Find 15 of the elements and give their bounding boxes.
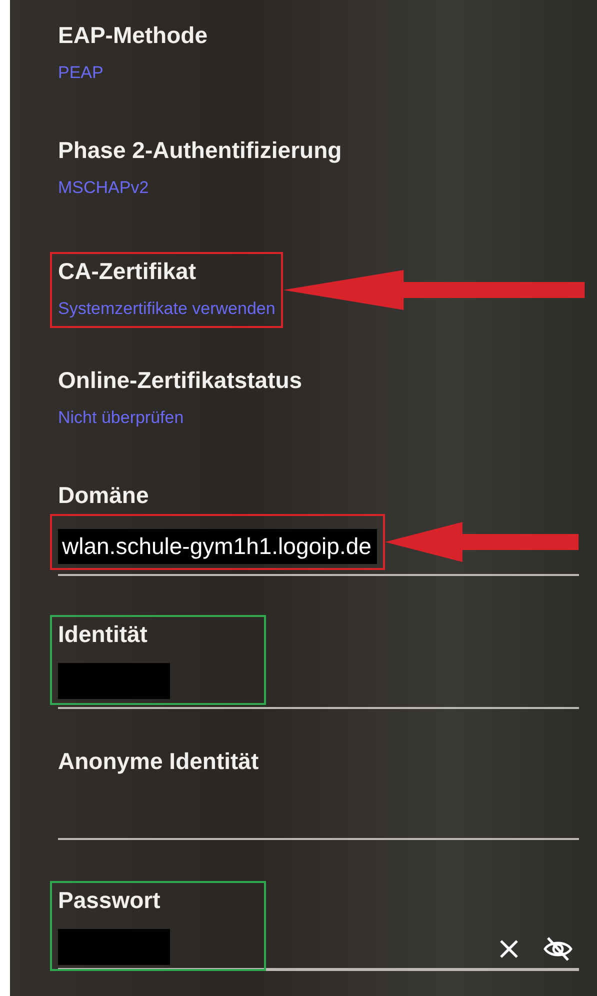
eye-slash-icon[interactable] (543, 936, 573, 962)
field-label: Identität (58, 621, 148, 649)
setting-label: Phase 2-Authentifizierung (58, 137, 343, 165)
setting-value[interactable]: Nicht überprüfen (58, 404, 585, 430)
setting-value[interactable]: MSCHAPv2 (58, 174, 585, 200)
field-label: Domäne (58, 482, 150, 510)
field-label: Anonyme Identität (58, 748, 260, 776)
close-icon[interactable] (499, 939, 519, 960)
field-label: Passwort (58, 887, 162, 915)
setting-label: Online-Zertifikatstatus (58, 367, 304, 395)
setting-value[interactable]: PEAP (58, 60, 585, 86)
field-value[interactable]: wlan.schule-gym1h1.logoip.de (58, 529, 378, 564)
setting-label: EAP-Methode (58, 22, 208, 50)
setting-label: CA-Zertifikat (58, 258, 198, 286)
setting-value[interactable]: Systemzertifikate verwenden (58, 296, 276, 322)
